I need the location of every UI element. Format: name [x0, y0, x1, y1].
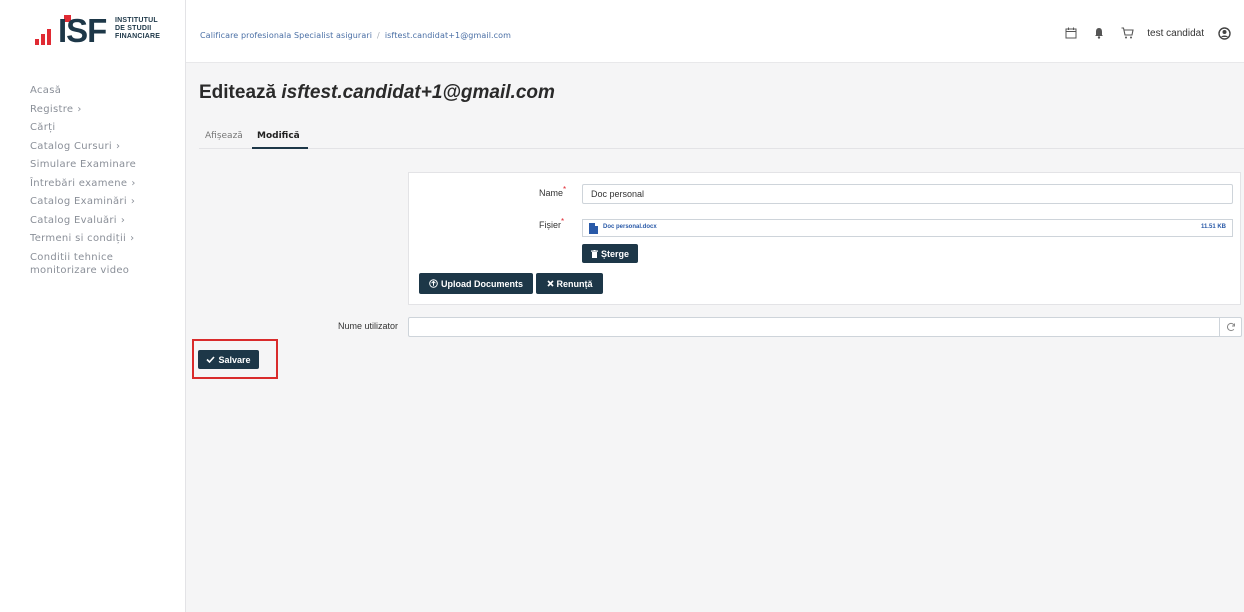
page-title-email: isftest.candidat+1@gmail.com	[281, 82, 555, 103]
file-name-link[interactable]: Doc personal.docx	[603, 224, 657, 230]
sidebar: ISF INSTITUTUL DE STUDII FINANCIARE Acas…	[0, 0, 186, 612]
sidebar-nav: Acasă Registre › Cărți Catalog Cursuri › S…	[30, 84, 180, 282]
sidebar-item-termeni-conditii[interactable]: Termeni si condiții ›	[30, 232, 180, 245]
required-marker: *	[563, 185, 567, 194]
cancel-button[interactable]: Renunță	[536, 273, 603, 294]
breadcrumb-item-course[interactable]: Calificare profesionala Specialist asigu…	[200, 31, 372, 40]
sidebar-item-simulare-examinare[interactable]: Simulare Examinare	[30, 158, 180, 171]
header-actions: test candidat	[1063, 26, 1232, 40]
breadcrumb-item-email[interactable]: isftest.candidat+1@gmail.com	[385, 31, 511, 40]
chevron-right-icon: ›	[131, 177, 136, 189]
upload-circle-icon	[429, 279, 438, 288]
username-field[interactable]	[408, 317, 1242, 337]
sidebar-item-carti[interactable]: Cărți	[30, 121, 180, 134]
chevron-right-icon: ›	[77, 103, 82, 115]
logo-brand: ISF	[58, 12, 107, 49]
close-icon	[546, 280, 554, 287]
calendar-icon[interactable]	[1063, 26, 1079, 40]
refresh-icon[interactable]	[1219, 318, 1241, 336]
breadcrumb: Calificare profesionala Specialist asigu…	[200, 31, 511, 40]
sidebar-item-catalog-cursuri[interactable]: Catalog Cursuri ›	[30, 140, 180, 153]
user-name[interactable]: test candidat	[1147, 28, 1204, 39]
bell-icon[interactable]	[1091, 26, 1107, 40]
save-button[interactable]: Salvare	[198, 350, 259, 369]
check-icon	[206, 356, 216, 363]
username-label: Nume utilizator	[338, 321, 399, 331]
active-tab-indicator	[252, 147, 308, 149]
sidebar-item-catalog-evaluari[interactable]: Catalog Evaluări ›	[30, 214, 180, 227]
sidebar-item-intrebari-examene[interactable]: Întrebări examene ›	[30, 177, 180, 190]
logo-text: INSTITUTUL DE STUDII FINANCIARE	[115, 17, 161, 40]
file-size: 11.51 KB	[1200, 224, 1226, 230]
page-title: Editează isftest.candidat+1@gmail.com	[199, 82, 555, 103]
logo-bars	[35, 23, 59, 45]
chevron-right-icon: ›	[120, 214, 126, 226]
sidebar-item-acasa[interactable]: Acasă	[30, 84, 180, 97]
upload-documents-button[interactable]: Upload Documents	[419, 273, 533, 294]
tab-afiseaza[interactable]: Afișează	[205, 131, 243, 141]
user-circle-icon[interactable]	[1216, 26, 1232, 40]
chevron-right-icon: ›	[130, 196, 136, 207]
tab-bar: Afișează Modifică	[199, 125, 1244, 149]
delete-file-button[interactable]: Șterge	[582, 244, 638, 263]
file-attachment: Doc personal.docx 11.51 KB	[582, 219, 1233, 237]
name-input[interactable]	[582, 184, 1233, 204]
cart-icon[interactable]	[1119, 26, 1135, 40]
chevron-right-icon: ›	[130, 233, 135, 244]
name-label: Name*	[539, 185, 567, 198]
sidebar-item-registre[interactable]: Registre ›	[30, 103, 180, 116]
chevron-right-icon: ›	[115, 140, 121, 152]
file-label: Fișier*	[539, 217, 565, 230]
breadcrumb-separator: /	[377, 31, 380, 40]
isf-logo[interactable]: ISF INSTITUTUL DE STUDII FINANCIARE	[35, 13, 165, 49]
document-card: Name* Fișier* Doc personal.docx 11.51 KB…	[408, 172, 1241, 305]
required-marker: *	[561, 217, 565, 226]
sidebar-item-catalog-examinari[interactable]: Catalog Examinări ›	[30, 195, 180, 208]
tab-modifica[interactable]: Modifică	[257, 131, 300, 141]
document-icon	[589, 223, 598, 234]
top-header: Calificare profesionala Specialist asigu…	[186, 0, 1244, 63]
sidebar-item-conditii-tehnice[interactable]: Conditii tehnice monitorizare video	[30, 251, 180, 277]
trash-icon	[590, 249, 598, 258]
